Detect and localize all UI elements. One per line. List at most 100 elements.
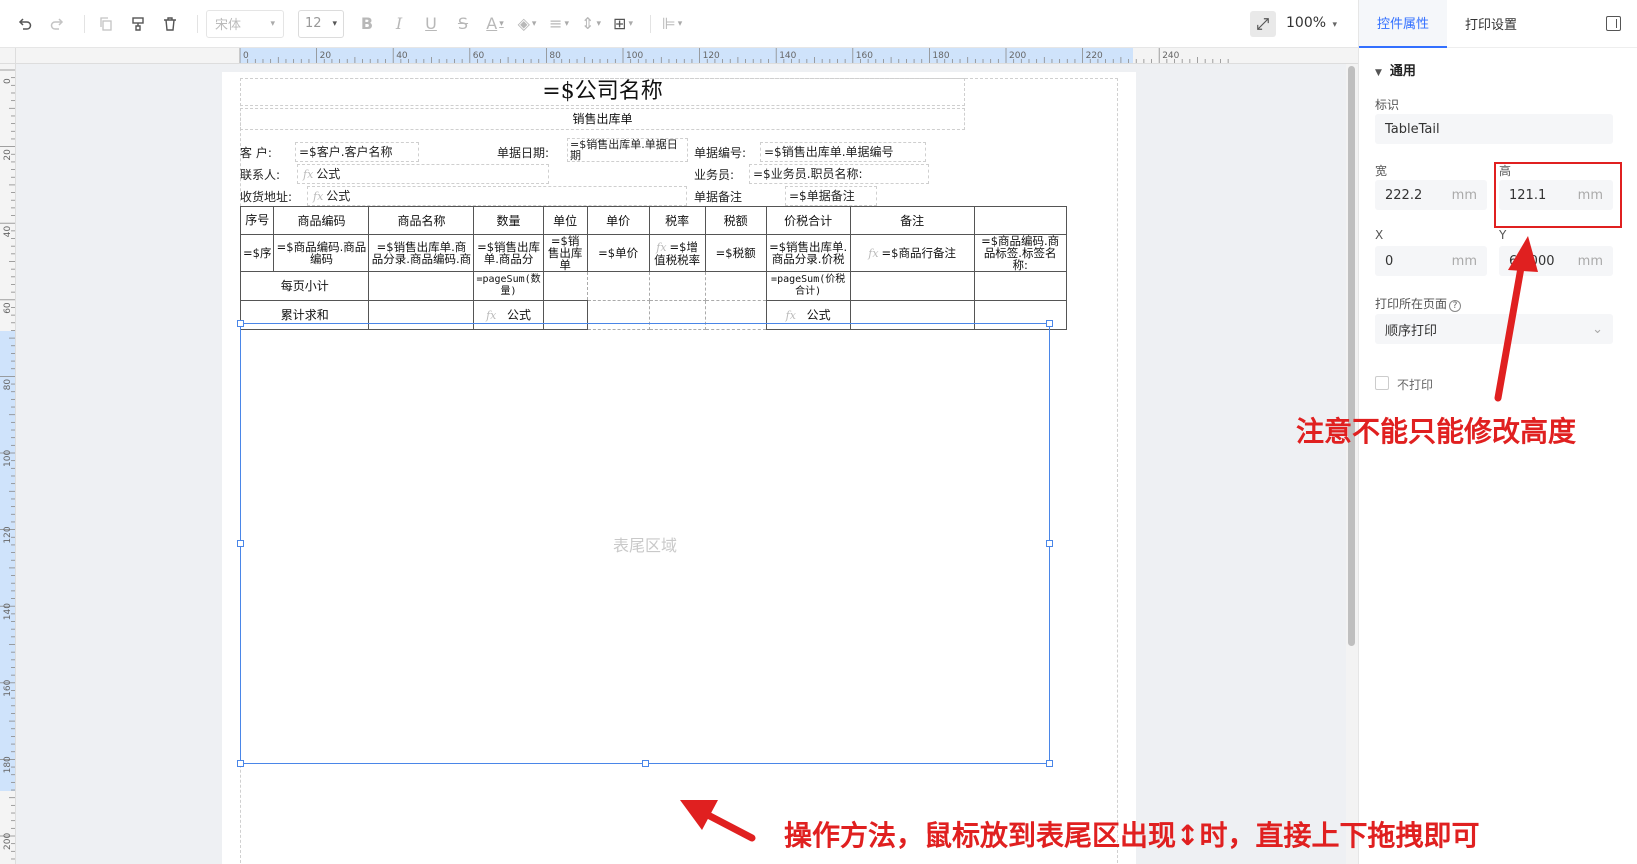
doc-no-label[interactable]: 单据编号: <box>694 146 746 160</box>
table-header-cell[interactable]: 数量 <box>473 206 544 235</box>
table-header-cell[interactable]: 税额 <box>704 206 767 235</box>
font-color-icon[interactable]: A ▾ <box>482 11 508 37</box>
address-value: 公式 <box>326 189 351 203</box>
print-page-select[interactable]: 顺序打印 ⌄ <box>1375 314 1613 344</box>
subtotal-total-cell[interactable]: =pageSum(价税合计) <box>765 271 851 301</box>
resize-handle[interactable] <box>1046 540 1053 547</box>
delete-icon[interactable] <box>157 11 183 37</box>
table-cell[interactable]: =$税额 <box>704 234 767 272</box>
contact-value-field[interactable]: fx 公式 <box>297 164 549 184</box>
doc-no-value-field[interactable]: =$销售出库单.单据编号 <box>760 142 926 162</box>
table-cell[interactable] <box>368 271 475 301</box>
resize-handle[interactable] <box>1046 760 1053 767</box>
width-input[interactable]: 222.2 mm <box>1375 180 1487 210</box>
table-header-cell[interactable]: 单位 <box>542 206 588 235</box>
y-input[interactable]: 65.000 mm <box>1499 246 1613 276</box>
border-icon[interactable]: ⊞ ▾ <box>610 11 636 37</box>
font-size-select[interactable]: 12 ▾ <box>298 9 344 38</box>
collapse-panel-icon[interactable] <box>1606 16 1621 31</box>
address-label[interactable]: 收货地址: <box>240 190 292 204</box>
id-input[interactable]: TableTail <box>1375 114 1613 144</box>
table-cell[interactable] <box>704 271 767 301</box>
fill-color-icon[interactable]: ◈ ▾ <box>514 11 540 37</box>
table-header-cell[interactable]: 商品编码 <box>273 206 370 235</box>
table-header-cell[interactable]: 价税合计 <box>765 206 851 235</box>
strikethrough-icon[interactable]: S <box>450 11 476 37</box>
table-cell[interactable]: =$商品编码.商品标签.标签名称: <box>973 234 1067 272</box>
table-cell[interactable] <box>648 271 706 301</box>
table-cell[interactable] <box>973 271 1067 301</box>
customer-value-field[interactable]: =$客户.客户名称 <box>295 142 419 162</box>
align-objects-icon[interactable]: ⊫ ▾ <box>659 11 685 37</box>
resize-handle[interactable] <box>642 760 649 767</box>
table-cell[interactable]: =$序 <box>239 234 275 272</box>
formula-icon: fx <box>313 190 324 203</box>
format-painter-icon[interactable] <box>125 11 151 37</box>
address-value-field[interactable]: fx 公式 <box>307 186 687 206</box>
table-header-cell[interactable]: 税率 <box>648 206 706 235</box>
undo-icon[interactable] <box>12 11 38 37</box>
contact-label[interactable]: 联系人: <box>240 168 280 182</box>
table-cell[interactable]: =$销售出库单.商品分录.商品编码.商 <box>368 234 475 272</box>
align-left-icon[interactable]: ≡ ▾ <box>546 11 572 37</box>
no-print-checkbox[interactable] <box>1375 376 1389 390</box>
table-cell[interactable] <box>542 271 588 301</box>
copy-icon[interactable] <box>93 11 119 37</box>
panel-tabs: 控件属性 打印设置 <box>1359 0 1637 48</box>
table-header-cell[interactable]: 商品名称 <box>368 206 475 235</box>
bold-icon[interactable]: B <box>354 11 380 37</box>
resize-handle[interactable] <box>237 760 244 767</box>
underline-icon[interactable]: U <box>418 11 444 37</box>
date-label[interactable]: 单据日期: <box>497 146 549 160</box>
subtotal-label[interactable]: 每页小计 <box>239 271 370 301</box>
ruler-label: 100 <box>626 51 643 61</box>
remark-value-field[interactable]: =$单据备注 <box>785 186 877 206</box>
table-cell[interactable] <box>849 271 975 301</box>
ruler-label: 120 <box>3 526 13 543</box>
ruler-label: 80 <box>549 51 561 61</box>
table-header-cell[interactable]: 序号 <box>239 206 275 235</box>
table-tail-area[interactable]: 表尾区域 <box>237 320 1053 767</box>
resize-handle[interactable] <box>237 320 244 327</box>
salesman-label[interactable]: 业务员: <box>694 168 734 182</box>
salesman-value-field[interactable]: =$业务员.职员名称: <box>749 164 929 184</box>
table-header-cell[interactable] <box>973 206 1067 235</box>
tab-control-properties[interactable]: 控件属性 <box>1359 0 1448 48</box>
zoom-select[interactable]: 100% ▾ <box>1286 15 1337 31</box>
resize-handle[interactable] <box>237 540 244 547</box>
detail-table[interactable]: 序号 商品编码 商品名称 数量 单位 单价 税率 税额 价税合计 备注 =$序 … <box>239 206 1067 330</box>
section-general[interactable]: ▼ 通用 <box>1375 60 1416 79</box>
resize-handle[interactable] <box>1046 320 1053 327</box>
x-input[interactable]: 0 mm <box>1375 246 1487 276</box>
tab-print-settings[interactable]: 打印设置 <box>1447 0 1535 48</box>
ruler-label: 180 <box>3 756 13 773</box>
table-header-cell[interactable]: 单价 <box>586 206 650 235</box>
doc-subtitle-field[interactable]: 销售出库单 <box>240 108 965 130</box>
table-cell[interactable] <box>586 271 650 301</box>
remark-label[interactable]: 单据备注 <box>694 190 742 204</box>
font-family-select[interactable]: 宋体 ▾ <box>206 9 284 38</box>
customer-label[interactable]: 客 户: <box>240 146 272 160</box>
fit-zoom-icon[interactable] <box>1250 11 1276 37</box>
table-cell[interactable]: =$销售出库单.商品分 <box>473 234 544 272</box>
help-icon[interactable]: ? <box>1449 300 1462 312</box>
canvas-scrollbar[interactable] <box>1346 64 1358 864</box>
table-cell[interactable]: fx =$增值税税率 <box>648 234 706 272</box>
date-value-field[interactable]: =$销售出库单.单据日期 <box>567 138 688 162</box>
table-cell[interactable]: fx =$商品行备注 <box>849 234 975 272</box>
vertical-align-icon[interactable]: ⇕ ▾ <box>578 11 604 37</box>
table-cell[interactable]: =$销售出库单 <box>542 234 588 272</box>
print-page: =$公司名称 销售出库单 客 户: =$客户.客户名称 单据日期: =$销售出库… <box>222 72 1136 864</box>
table-cell[interactable]: =$商品编码.商品编码 <box>273 234 370 272</box>
scrollbar-thumb[interactable] <box>1348 66 1355 646</box>
ruler-label: 40 <box>3 225 13 237</box>
vertical-ruler: 0 20 40 60 80 100 120 140 160 180 200 <box>0 64 16 864</box>
redo-icon[interactable] <box>44 11 70 37</box>
table-cell[interactable]: =$销售出库单.商品分录.价税 <box>765 234 851 272</box>
table-header-cell[interactable]: 备注 <box>849 206 975 235</box>
toolbar: 宋体 ▾ 12 ▾ B I U S A ▾ ◈ ▾ ≡ ▾ ⇕ ▾ ⊞ ▾ ⊫ ▾ <box>0 0 1358 48</box>
company-name-field[interactable]: =$公司名称 <box>240 78 965 106</box>
italic-icon[interactable]: I <box>386 11 412 37</box>
subtotal-qty-cell[interactable]: =pageSum(数量) <box>473 271 544 301</box>
table-cell[interactable]: =$单价 <box>586 234 650 272</box>
